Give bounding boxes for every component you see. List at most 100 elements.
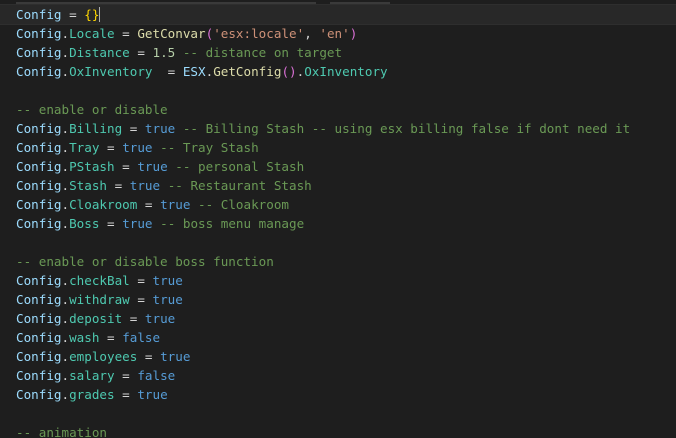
code-token-punc: . bbox=[61, 292, 70, 307]
code-token-var: Config bbox=[16, 292, 62, 307]
code-token-cmt: -- Billing Stash -- using esx billing fa… bbox=[175, 121, 631, 136]
code-line[interactable]: Config.Tray = true -- Tray Stash bbox=[16, 138, 676, 157]
code-token-punc: . bbox=[61, 159, 70, 174]
code-token-prop: Distance bbox=[69, 45, 130, 60]
code-token-num: 1.5 bbox=[152, 45, 176, 60]
code-token-op: = bbox=[114, 26, 138, 41]
code-token-kw: true bbox=[144, 311, 176, 326]
code-token-prop: Tray bbox=[69, 140, 100, 155]
code-token-cmt: -- enable or disable bbox=[16, 102, 168, 117]
code-line[interactable]: Config.grades = true bbox=[16, 385, 676, 404]
code-token-var: Config bbox=[16, 349, 62, 364]
code-line[interactable]: Config.Stash = true -- Restaurant Stash bbox=[16, 176, 676, 195]
code-token-op: = bbox=[114, 387, 138, 402]
code-token-punc: . bbox=[61, 45, 70, 60]
code-token-fn: GetConvar bbox=[137, 26, 206, 41]
code-token-var: Config bbox=[16, 26, 62, 41]
code-token-var: Config bbox=[16, 159, 62, 174]
clipped-text-fragment bbox=[16, 0, 316, 4]
code-token-brace: {} bbox=[84, 7, 100, 22]
code-line[interactable]: Config.salary = false bbox=[16, 366, 676, 385]
code-token-punc: . bbox=[61, 387, 70, 402]
code-token-kw: false bbox=[122, 330, 161, 345]
text-cursor bbox=[99, 7, 101, 22]
clipped-text-fragment bbox=[330, 0, 390, 4]
code-token-prop: checkBal bbox=[69, 273, 130, 288]
code-line[interactable]: -- animation bbox=[16, 423, 676, 438]
code-line[interactable]: Config.wash = false bbox=[16, 328, 676, 347]
code-token-kw: true bbox=[160, 349, 191, 364]
code-token-punc: . bbox=[61, 197, 70, 212]
code-line[interactable]: Config.OxInventory = ESX.GetConfig().OxI… bbox=[16, 62, 676, 81]
code-token-punc: . bbox=[61, 140, 70, 155]
code-token-var: Config bbox=[16, 368, 62, 383]
code-token-kw: true bbox=[160, 197, 191, 212]
code-line[interactable]: Config.Distance = 1.5 -- distance on tar… bbox=[16, 43, 676, 62]
code-token-var: Config bbox=[16, 216, 62, 231]
code-token-str: 'en' bbox=[319, 26, 350, 41]
code-line[interactable]: -- enable or disable boss function bbox=[16, 252, 676, 271]
code-token-op: = bbox=[114, 159, 138, 174]
code-token-op: = bbox=[107, 178, 130, 193]
code-token-kw: true bbox=[144, 121, 176, 136]
code-token-punc: . bbox=[61, 330, 70, 345]
code-line[interactable]: Config.PStash = true -- personal Stash bbox=[16, 157, 676, 176]
code-token-var: Config bbox=[16, 64, 62, 79]
code-line[interactable] bbox=[16, 81, 676, 100]
code-token-kw: true bbox=[152, 292, 183, 307]
code-token-fn: GetConfig bbox=[213, 64, 282, 79]
code-token-op: = bbox=[129, 292, 153, 307]
code-line[interactable]: Config.Boss = true -- boss menu manage bbox=[16, 214, 676, 233]
code-token-op: = bbox=[61, 7, 85, 22]
code-token-prop: Cloakroom bbox=[69, 197, 138, 212]
code-token-op: = bbox=[99, 216, 123, 231]
code-token-var: Config bbox=[16, 387, 62, 402]
code-token-punc: . bbox=[61, 121, 70, 136]
code-token-punc: . bbox=[61, 273, 70, 288]
code-line[interactable] bbox=[16, 233, 676, 252]
code-token-punc: . bbox=[61, 368, 70, 383]
code-token-prop: Billing bbox=[69, 121, 123, 136]
code-line[interactable]: Config.deposit = true bbox=[16, 309, 676, 328]
code-token-cmt: -- animation bbox=[16, 425, 107, 438]
code-line[interactable]: Config.checkBal = true bbox=[16, 271, 676, 290]
code-editor[interactable]: Config = {} Config.Locale = GetConvar('es… bbox=[0, 0, 676, 438]
code-token-cmt: -- enable or disable boss function bbox=[16, 254, 274, 269]
code-token-prop: PStash bbox=[69, 159, 115, 174]
code-token-kw: true bbox=[122, 216, 153, 231]
code-token-op: = bbox=[137, 349, 161, 364]
code-token-kw: false bbox=[137, 368, 176, 383]
code-lines[interactable]: Config = {} Config.Locale = GetConvar('es… bbox=[0, 4, 676, 438]
code-token-op: = bbox=[152, 64, 183, 79]
code-token-kw: true bbox=[129, 178, 161, 193]
code-token-str: 'esx:locale' bbox=[213, 26, 305, 41]
code-token-punc: . bbox=[61, 178, 70, 193]
code-token-op: = bbox=[129, 273, 153, 288]
code-token-prop: employees bbox=[69, 349, 138, 364]
code-line[interactable]: Config.withdraw = true bbox=[16, 290, 676, 309]
code-token-prop: salary bbox=[69, 368, 115, 383]
code-line[interactable]: Config = {} bbox=[0, 4, 676, 25]
code-token-cmt: -- Tray Stash bbox=[152, 140, 259, 155]
code-line[interactable]: Config.Cloakroom = true -- Cloakroom bbox=[16, 195, 676, 214]
code-token-prop: Locale bbox=[69, 26, 115, 41]
code-token-var: Config bbox=[16, 121, 62, 136]
code-line[interactable]: Config.employees = true bbox=[16, 347, 676, 366]
code-line[interactable]: Config.Billing = true -- Billing Stash -… bbox=[16, 119, 676, 138]
code-token-paren: () bbox=[281, 64, 297, 79]
code-token-op: = bbox=[129, 45, 153, 60]
code-token-punc: . bbox=[61, 216, 70, 231]
code-token-cmt: -- boss menu manage bbox=[152, 216, 305, 231]
code-line[interactable] bbox=[16, 404, 676, 423]
code-token-kw: true bbox=[122, 140, 153, 155]
code-token-cmt: -- distance on target bbox=[175, 45, 343, 60]
code-line[interactable]: -- enable or disable bbox=[16, 100, 676, 119]
code-line[interactable]: Config.Locale = GetConvar('esx:locale', … bbox=[16, 24, 676, 43]
code-token-op: = bbox=[137, 197, 161, 212]
code-token-var: Config bbox=[16, 7, 62, 22]
code-token-kw: true bbox=[152, 273, 183, 288]
code-token-kw: true bbox=[137, 387, 168, 402]
code-token-prop: Boss bbox=[69, 216, 100, 231]
code-token-prop: OxInventory bbox=[304, 64, 388, 79]
code-token-op: = bbox=[99, 330, 123, 345]
